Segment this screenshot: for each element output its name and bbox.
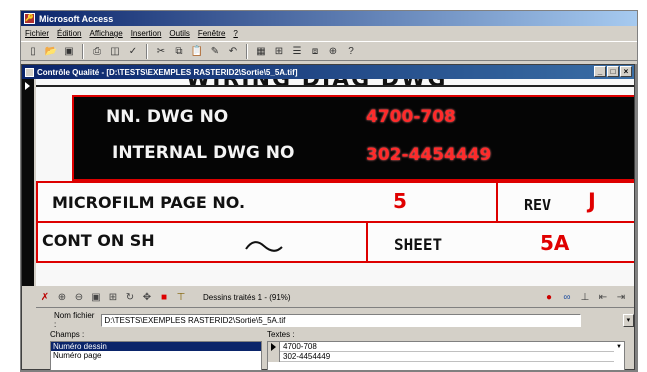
cont-box: CONT ON SH — [36, 221, 368, 263]
champs-label: Champs : — [50, 330, 85, 339]
filter-icon[interactable]: ⊤ — [174, 291, 188, 305]
mdi-area: Contrôle Qualité - [D:\TESTS\EXEMPLES RA… — [21, 64, 637, 372]
spellcheck-icon[interactable]: ✓ — [125, 43, 141, 59]
close-button[interactable]: × — [620, 66, 632, 77]
access-window: 🔑 Microsoft Access Fichier Édition Affic… — [20, 10, 638, 372]
new-icon[interactable]: ▯ — [25, 43, 41, 59]
chevron-down-icon[interactable]: ▼ — [614, 342, 624, 352]
sheet-value: 5A — [540, 231, 570, 255]
current-row-icon — [268, 342, 280, 352]
menu-fenetre[interactable]: Fenêtre — [198, 29, 226, 38]
toolbar-separator — [82, 43, 84, 59]
textes-label: Textes : — [267, 330, 295, 339]
scanned-drawing-image[interactable]: WIRING DIAG DWG NN. DWG NO 4700-708 INTE… — [36, 79, 634, 286]
child-title-bar: Contrôle Qualité - [D:\TESTS\EXEMPLES RA… — [22, 65, 634, 79]
image-toolbar-right: ● ∞ ⊥ ⇤ ⇥ — [542, 290, 628, 304]
menu-help[interactable]: ? — [233, 29, 237, 38]
filename-dropdown-icon[interactable]: ▾ — [622, 313, 634, 327]
print-icon[interactable]: ⎙ — [89, 43, 105, 59]
row-indicator — [268, 352, 280, 362]
toolbar-separator — [146, 43, 148, 59]
rotate-icon[interactable]: ↻ — [123, 291, 137, 305]
undo-icon[interactable]: ↶ — [225, 43, 241, 59]
app-title-bar: 🔑 Microsoft Access — [21, 11, 637, 26]
child-title: Contrôle Qualité - [D:\TESTS\EXEMPLES RA… — [37, 67, 298, 77]
filename-row: Nom fichier : D:\TESTS\EXEMPLES RASTERID… — [36, 311, 634, 329]
form-icon — [25, 67, 34, 77]
toolbar-separator — [246, 43, 248, 59]
internal-dwg-value: 302-4454449 — [366, 145, 492, 165]
menu-outils[interactable]: Outils — [169, 29, 189, 38]
record-selector[interactable] — [22, 79, 34, 286]
filename-field[interactable]: D:\TESTS\EXEMPLES RASTERID2\Sortie\5_5A.… — [101, 313, 581, 327]
cont-label: CONT ON SH — [42, 231, 155, 250]
fit-page-icon[interactable]: ▣ — [89, 291, 103, 305]
reject-icon[interactable]: ✗ — [38, 291, 52, 305]
chevron-down-icon[interactable] — [614, 352, 624, 362]
main-toolbar: ▯ 📂 ▣ ⎙ ◫ ✓ ✂ ⧉ 📋 ✎ ↶ ▦ ⊞ ☰ ⧈ ⊕ ? — [21, 41, 637, 61]
rev-box: REV J — [496, 181, 634, 223]
microfilm-value: 5 — [393, 189, 407, 213]
copy-icon[interactable]: ⧉ — [171, 43, 187, 59]
microfilm-box: MICROFILM PAGE NO. 5 — [36, 181, 498, 223]
print-preview-icon[interactable]: ◫ — [107, 43, 123, 59]
zoom-out-icon[interactable]: ⊖ — [72, 291, 86, 305]
processing-status: Dessins traités 1 - (91%) — [203, 293, 291, 302]
quality-control-window: Contrôle Qualité - [D:\TESTS\EXEMPLES RA… — [21, 64, 635, 371]
menu-fichier[interactable]: Fichier — [25, 29, 49, 38]
link-icon[interactable]: ∞ — [560, 290, 574, 304]
microfilm-label: MICROFILM PAGE NO. — [52, 193, 246, 212]
window-buttons: _ □ × — [594, 66, 632, 77]
list-item[interactable]: 302-4454449 — [268, 352, 624, 362]
paste-icon[interactable]: 📋 — [189, 43, 205, 59]
stop-icon[interactable]: ● — [542, 290, 556, 304]
properties-icon[interactable]: ☰ — [289, 43, 305, 59]
list-item[interactable]: 4700-708 ▼ — [268, 342, 624, 352]
next-icon[interactable]: ⇥ — [614, 290, 628, 304]
open-icon[interactable]: 📂 — [43, 43, 59, 59]
new-object-icon[interactable]: ⊕ — [325, 43, 341, 59]
rev-label: REV — [524, 196, 552, 214]
textes-value[interactable]: 4700-708 — [280, 342, 614, 352]
sheet-box: SHEET 5A — [366, 221, 634, 263]
filename-label: Nom fichier : — [54, 311, 95, 329]
zoom-in-icon[interactable]: ⊕ — [55, 291, 69, 305]
rev-value: J — [588, 189, 596, 213]
app-title: Microsoft Access — [39, 13, 114, 24]
maximize-button[interactable]: □ — [607, 66, 619, 77]
image-toolbar: ✗ ⊕ ⊖ ▣ ⊞ ↻ ✥ ■ ⊤ Dessins traités 1 - (9… — [36, 288, 634, 308]
format-painter-icon[interactable]: ✎ — [207, 43, 223, 59]
menu-edition[interactable]: Édition — [57, 29, 81, 38]
minimize-button[interactable]: _ — [594, 66, 606, 77]
current-record-icon — [25, 82, 30, 90]
scan-rule — [36, 85, 634, 87]
insert-object-icon[interactable]: ⊞ — [271, 43, 287, 59]
internal-dwg-label: INTERNAL DWG NO — [112, 143, 295, 163]
textes-list[interactable]: 4700-708 ▼ 302-4454449 — [267, 341, 625, 371]
help-icon[interactable]: ? — [343, 43, 359, 59]
sheet-label: SHEET — [394, 235, 443, 254]
list-item[interactable]: Numéro page — [51, 351, 261, 360]
menu-bar: Fichier Édition Affichage Insertion Outi… — [21, 26, 637, 41]
access-key-icon: 🔑 — [24, 13, 35, 24]
relationships-icon[interactable]: ⧈ — [307, 43, 323, 59]
menu-affichage[interactable]: Affichage — [89, 29, 122, 38]
cut-icon[interactable]: ✂ — [153, 43, 169, 59]
nn-dwg-value: 4700-708 — [366, 107, 456, 127]
champs-list[interactable]: Numéro dessin Numéro page — [50, 341, 262, 371]
nn-dwg-label: NN. DWG NO — [106, 107, 229, 127]
zoom-window-icon[interactable]: ⊞ — [106, 291, 120, 305]
view-icon[interactable]: ▦ — [253, 43, 269, 59]
menu-insertion[interactable]: Insertion — [131, 29, 162, 38]
pan-icon[interactable]: ✥ — [140, 291, 154, 305]
textes-value[interactable]: 302-4454449 — [280, 352, 614, 362]
highlight-icon[interactable]: ■ — [157, 291, 171, 305]
list-item[interactable]: Numéro dessin — [51, 342, 261, 351]
dash-mark-icon — [245, 241, 283, 252]
slider-icon[interactable]: ⊥ — [578, 290, 592, 304]
drawing-number-block: NN. DWG NO 4700-708 INTERNAL DWG NO 302-… — [72, 95, 634, 181]
previous-icon[interactable]: ⇤ — [596, 290, 610, 304]
save-icon[interactable]: ▣ — [61, 43, 77, 59]
